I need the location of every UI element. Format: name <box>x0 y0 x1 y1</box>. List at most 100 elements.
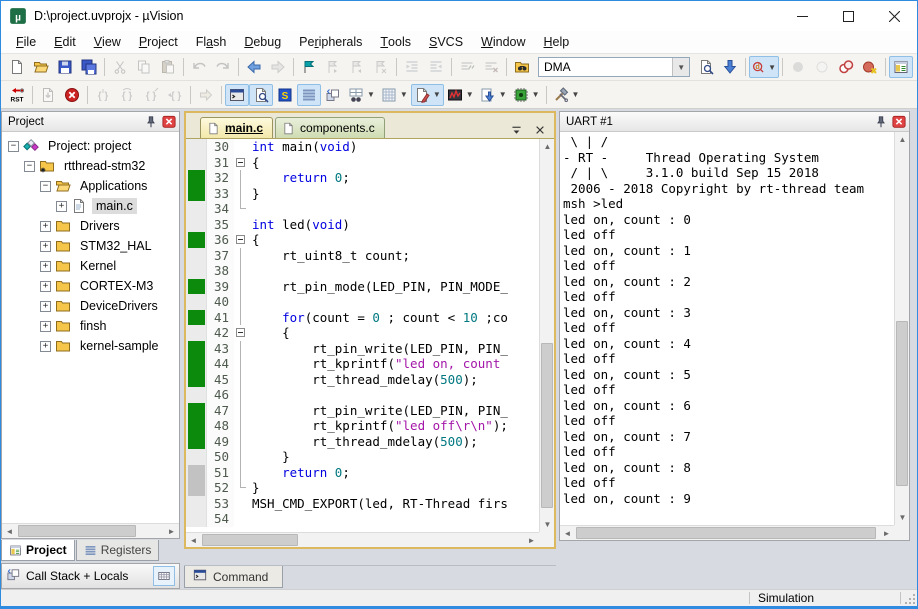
toolbar-button-cut[interactable] <box>108 56 132 78</box>
toolbar-button-symbols[interactable]: S <box>273 84 297 106</box>
code-area[interactable]: 30int main(void)31{32 return 0;33}3435in… <box>186 139 539 532</box>
chevron-down-icon[interactable]: ▼ <box>532 90 540 99</box>
menu-debug[interactable]: Debug <box>235 31 290 53</box>
fold-marker[interactable] <box>234 325 247 341</box>
project-panel-close-icon[interactable] <box>161 114 177 129</box>
toolbar-button-save[interactable] <box>53 56 77 78</box>
uart-hscroll-thumb[interactable] <box>576 527 876 539</box>
toolbar-button-uncomment[interactable] <box>479 56 503 78</box>
toolbar-button-disassembly[interactable] <box>249 84 273 106</box>
toolbar-button-bp-enable[interactable] <box>810 56 834 78</box>
menu-window[interactable]: Window <box>472 31 534 53</box>
uart-console[interactable]: \ | /- RT - Thread Operating System / | … <box>560 132 894 525</box>
toolbar-button-doc-find[interactable] <box>694 56 718 78</box>
toolbar-button-callstack[interactable] <box>321 84 345 106</box>
tree-item-stm32-hal[interactable]: +STM32_HAL <box>2 236 179 256</box>
toolbar-button-step-over[interactable]: { } <box>115 84 139 106</box>
toolbar-button-rst[interactable]: RST <box>5 84 29 106</box>
tree-item-kernel-sample[interactable]: +kernel-sample <box>2 336 179 356</box>
toolbar-button-save-all[interactable] <box>77 56 101 78</box>
chevron-down-icon[interactable]: ▼ <box>572 90 580 99</box>
scroll-right-arrow[interactable]: ► <box>879 526 894 541</box>
toolbar-button-find-in-files[interactable] <box>510 56 534 78</box>
tab-list-icon[interactable] <box>508 122 524 138</box>
scroll-down-arrow[interactable]: ▼ <box>540 517 555 532</box>
tree-item-finsh[interactable]: +finsh <box>2 316 179 336</box>
toolbar-button-analysis[interactable]: ▼ <box>444 84 477 106</box>
scroll-down-arrow[interactable]: ▼ <box>895 510 910 525</box>
tree-item-rtthread-stm32[interactable]: −rtthread-stm32 <box>2 156 179 176</box>
tree-expander-icon[interactable]: + <box>40 341 51 352</box>
chevron-down-icon[interactable]: ▼ <box>400 90 408 99</box>
tree-item-devicedrivers[interactable]: +DeviceDrivers <box>2 296 179 316</box>
menu-help[interactable]: Help <box>535 31 579 53</box>
toolbar-button-system-viewer[interactable]: ▼ <box>510 84 543 106</box>
toolbar-button-nav-forward[interactable] <box>266 56 290 78</box>
tree-expander-icon[interactable]: + <box>40 321 51 332</box>
tab-project[interactable]: Project <box>1 540 75 561</box>
scroll-right-arrow[interactable]: ► <box>164 524 179 539</box>
toolbar-button-bp-kill-all[interactable] <box>858 56 882 78</box>
toolbar-button-run[interactable] <box>36 84 60 106</box>
uart-vscroll-thumb[interactable] <box>896 321 908 486</box>
toolbar-button-run-to-line[interactable]: { } <box>163 84 187 106</box>
toolbar-button-paste[interactable] <box>156 56 180 78</box>
chevron-down-icon[interactable]: ▼ <box>672 58 689 76</box>
menu-edit[interactable]: Edit <box>45 31 85 53</box>
toolbar-button-new-doc[interactable] <box>5 56 29 78</box>
editor-vscroll-thumb[interactable] <box>541 343 553 508</box>
menu-file[interactable]: File <box>7 31 45 53</box>
tab-registers[interactable]: Registers <box>76 540 160 561</box>
project-hscroll-thumb[interactable] <box>18 525 136 537</box>
tab-close-icon[interactable] <box>532 122 548 138</box>
tree-item-project-project[interactable]: −Project: project <box>2 136 179 156</box>
toolbar-button-bp-insert[interactable] <box>786 56 810 78</box>
memory-grid-button[interactable] <box>153 566 175 586</box>
toolbar-button-stop[interactable] <box>60 84 84 106</box>
toolbar-button-step-into[interactable]: { } <box>91 84 115 106</box>
toolbar-button-next-statement[interactable] <box>194 84 218 106</box>
toolbar-button-serial[interactable]: ▼ <box>411 84 444 106</box>
toolbar-button-undo[interactable] <box>187 56 211 78</box>
uart-hscrollbar[interactable]: ◄ ► <box>560 525 894 540</box>
toolbar-button-open-folder[interactable] <box>29 56 53 78</box>
toolbar-button-project-window[interactable] <box>889 56 913 78</box>
project-tree-hscrollbar[interactable]: ◄ ► <box>2 523 179 538</box>
tab-command[interactable]: Command <box>184 566 283 588</box>
toolbar-button-nav-back[interactable] <box>242 56 266 78</box>
minimize-button[interactable] <box>779 1 825 31</box>
chevron-down-icon[interactable]: ▼ <box>768 63 776 72</box>
toolbar-button-indent[interactable] <box>400 56 424 78</box>
scroll-left-arrow[interactable]: ◄ <box>2 524 17 539</box>
toolbar-button-inc-find[interactable] <box>718 56 742 78</box>
toolbar-button-bookmark[interactable] <box>297 56 321 78</box>
tree-expander-icon[interactable]: + <box>40 221 51 232</box>
menu-view[interactable]: View <box>85 31 130 53</box>
toolbar-button-outdent[interactable] <box>424 56 448 78</box>
tree-item-kernel[interactable]: +Kernel <box>2 256 179 276</box>
menu-peripherals[interactable]: Peripherals <box>290 31 371 53</box>
toolbar-button-trace[interactable]: ▼ <box>477 84 510 106</box>
menu-project[interactable]: Project <box>130 31 187 53</box>
pin-icon[interactable] <box>873 114 889 129</box>
chevron-down-icon[interactable]: ▼ <box>433 90 441 99</box>
toolbar-button-registers[interactable] <box>297 84 321 106</box>
toolbar-button-bookmark-clear[interactable] <box>369 56 393 78</box>
toolbar-button-memory[interactable]: ▼ <box>378 84 411 106</box>
toolbar-button-watch[interactable]: ▼ <box>345 84 378 106</box>
chevron-down-icon[interactable]: ▼ <box>367 90 375 99</box>
tree-expander-icon[interactable]: + <box>40 281 51 292</box>
tree-expander-icon[interactable]: + <box>40 301 51 312</box>
tree-expander-icon[interactable]: + <box>40 241 51 252</box>
tree-expander-icon[interactable]: + <box>56 201 67 212</box>
toolbar-button-toolbox[interactable]: ▼ <box>550 84 583 106</box>
editor-tab-main-c[interactable]: main.c <box>200 117 273 138</box>
editor-tab-components-c[interactable]: components.c <box>275 117 385 138</box>
tree-item-applications[interactable]: −Applications <box>2 176 179 196</box>
uart-vscrollbar[interactable]: ▲ ▼ <box>894 132 909 525</box>
resize-grip[interactable] <box>901 590 917 606</box>
menu-flash[interactable]: Flash <box>187 31 236 53</box>
toolbar-button-comment[interactable] <box>455 56 479 78</box>
tree-item-drivers[interactable]: +Drivers <box>2 216 179 236</box>
toolbar-button-bookmark-next[interactable] <box>321 56 345 78</box>
